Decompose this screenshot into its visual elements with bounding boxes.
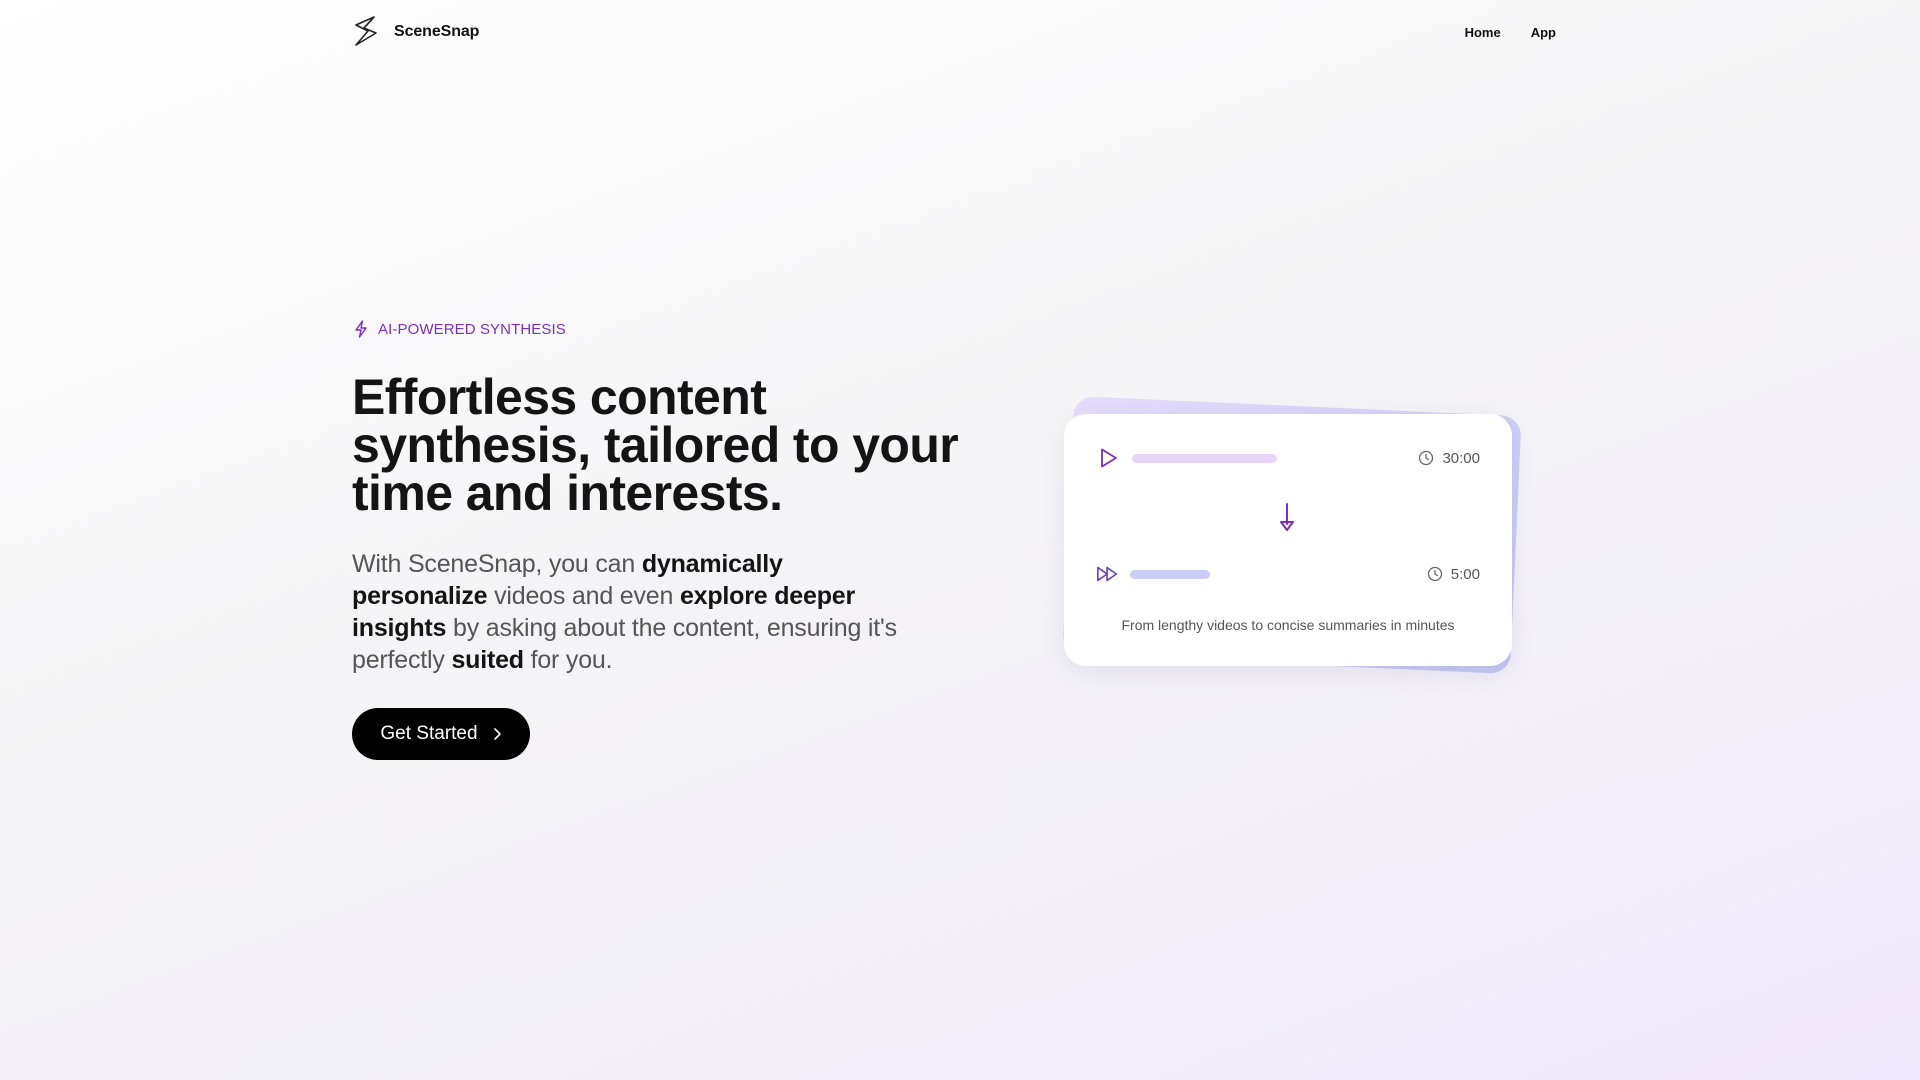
card-caption: From lengthy videos to concise summaries… (1121, 617, 1455, 633)
get-started-button[interactable]: Get Started (352, 708, 530, 760)
summary-duration-value: 5:00 (1450, 565, 1480, 583)
hero-subtext: With SceneSnap, you can dynamically pers… (352, 548, 912, 676)
lightning-icon (355, 320, 367, 338)
summary-progress-bar (1130, 569, 1210, 579)
original-duration: 30:00 (1418, 450, 1480, 467)
subtext-part-2: videos and even (487, 582, 680, 610)
summary-card: 30:00 5:00 From lengthy videos to concis… (1064, 414, 1512, 666)
hero-badge: AI-POWERED SYNTHESIS (353, 320, 566, 338)
summary-video-row: 5:00 (1096, 562, 1480, 586)
original-video-row: 30:00 (1096, 446, 1480, 470)
brand-logo[interactable]: SceneSnap (352, 15, 479, 49)
fast-forward-icon (1097, 566, 1118, 582)
clock-icon (1419, 450, 1434, 466)
play-icon (1101, 448, 1117, 468)
subtext-bold-3: suited (451, 646, 524, 674)
subtext-part-1: With SceneSnap, you can (352, 550, 642, 578)
summary-illustration: 30:00 5:00 From lengthy videos to concis… (1058, 395, 1522, 680)
original-duration-value: 30:00 (1442, 449, 1480, 467)
main-nav: Home App (1465, 25, 1556, 40)
arrow-down-icon (1280, 503, 1294, 531)
subtext-part-4: for you. (523, 646, 613, 674)
clock-icon (1427, 566, 1442, 582)
chevron-right-icon (493, 728, 501, 740)
nav-app[interactable]: App (1531, 25, 1556, 40)
summary-duration: 5:00 (1427, 566, 1480, 583)
nav-home[interactable]: Home (1465, 25, 1501, 40)
original-progress-bar (1132, 453, 1277, 463)
brand-name: SceneSnap (394, 23, 480, 40)
badge-label: AI-POWERED SYNTHESIS (378, 320, 566, 338)
get-started-label: Get Started (380, 723, 478, 744)
hero-headline: Effortless content synthesis, tailored t… (352, 369, 959, 521)
site-header: SceneSnap Home App (352, 14, 1556, 50)
logo-icon (355, 16, 377, 46)
